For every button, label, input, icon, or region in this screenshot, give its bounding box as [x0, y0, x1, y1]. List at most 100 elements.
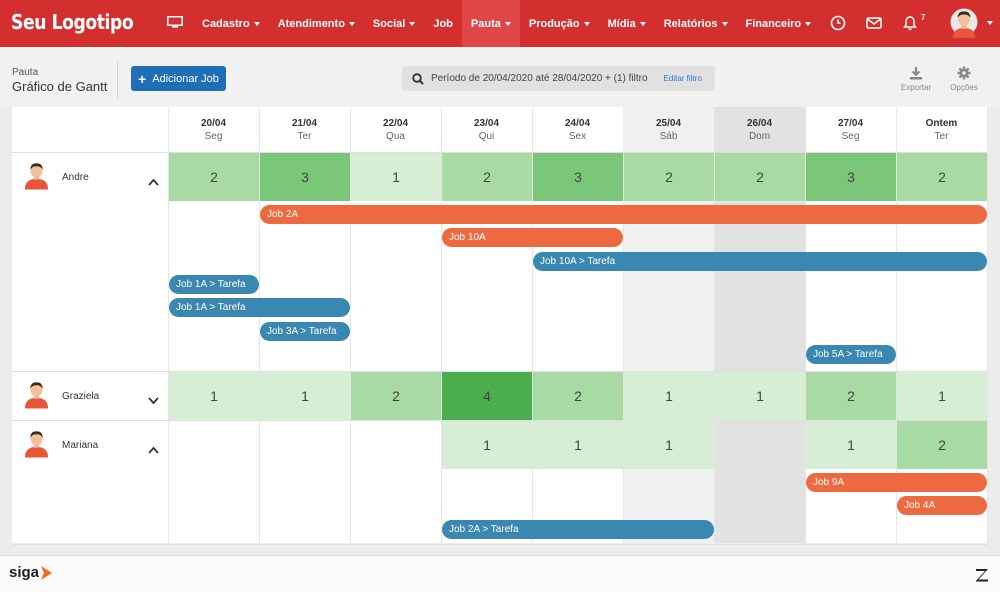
footer-brand[interactable]: siga	[9, 564, 53, 581]
nav-item-2[interactable]: Social	[364, 0, 424, 47]
day-header: 22/04 Qua	[350, 107, 441, 152]
breadcrumb[interactable]: Pauta	[12, 67, 38, 78]
siga-arrow-icon	[41, 565, 53, 580]
task-bar[interactable]: Job 5A > Tarefa	[806, 344, 896, 364]
day-weekday: Seg	[204, 131, 223, 142]
options-button[interactable]: Opções	[948, 66, 980, 92]
person-row-header: Andre	[12, 153, 168, 201]
add-job-button[interactable]: + Adicionar Job	[131, 66, 226, 91]
task-bar[interactable]: Job 10A	[442, 228, 623, 248]
day-header: 23/04 Qui	[441, 107, 532, 152]
task-bar[interactable]: Job 10A > Tarefa	[533, 251, 987, 271]
person-avatar	[23, 379, 50, 409]
nav-item-7[interactable]: Relatórios	[655, 0, 737, 47]
task-bar[interactable]: Job 1A > Tarefa	[169, 298, 350, 318]
nav-item-4[interactable]: Pauta	[461, 0, 520, 47]
person-divider	[12, 544, 988, 545]
top-navbar: Seu Logotipo Cadastro Atendimento Social Jo…	[0, 0, 1000, 47]
day-count-cell[interactable]: 1	[715, 372, 805, 420]
day-count-cell[interactable]: 1	[624, 372, 714, 420]
nav-item-8[interactable]: Financeiro	[737, 0, 821, 47]
day-count-cell[interactable]: 3	[533, 153, 623, 201]
task-bar[interactable]: Job 2A	[260, 205, 987, 224]
day-count-cell[interactable]: 2	[169, 153, 259, 201]
day-count-cell[interactable]: 1	[624, 421, 714, 469]
day-weekday: Sáb	[659, 131, 678, 142]
chevron-up-icon[interactable]	[148, 173, 159, 186]
task-bar[interactable]: Job 3A > Tarefa	[260, 321, 350, 341]
person-name: Graziela	[62, 391, 100, 402]
main-nav: Cadastro Atendimento Social Job Pauta Produçã…	[193, 0, 820, 47]
day-header: 27/04 Seg	[805, 107, 896, 152]
day-count-cell[interactable]: 1	[169, 372, 259, 420]
day-header: 24/04 Sex	[532, 107, 623, 152]
day-count-cell[interactable]: 2	[442, 153, 532, 201]
day-header: 20/04 Seg	[168, 107, 259, 152]
notification-count: 7	[921, 13, 926, 22]
day-count-cell[interactable]: 1	[442, 421, 532, 469]
z-logo-icon[interactable]	[974, 567, 990, 583]
nav-item-label: Social	[372, 17, 406, 30]
day-header: 21/04 Ter	[259, 107, 350, 152]
avatar-caret-icon[interactable]	[987, 21, 993, 25]
nav-item-1[interactable]: Atendimento	[269, 0, 364, 47]
day-date: 24/04	[564, 118, 591, 129]
day-count-cell[interactable]: 2	[897, 421, 987, 469]
footer-brand-text: siga	[9, 564, 40, 581]
chevron-up-icon[interactable]	[148, 441, 159, 454]
nav-item-label: Mídia	[607, 17, 636, 30]
person-name: Andre	[62, 172, 89, 183]
day-count-cell[interactable]: 2	[351, 372, 441, 420]
gear-icon	[957, 66, 971, 80]
task-bar[interactable]: Job 4A	[897, 496, 987, 516]
period-filter[interactable]: Período de 20/04/2020 até 28/04/2020 + (…	[402, 66, 715, 91]
nav-item-3[interactable]: Job	[424, 0, 462, 47]
mail-icon[interactable]	[866, 15, 882, 31]
day-count-cell[interactable]: 4	[442, 372, 532, 420]
clock-icon[interactable]	[830, 15, 846, 31]
day-count-cell[interactable]: 1	[897, 372, 987, 420]
day-count-cell[interactable]: 1	[533, 421, 623, 469]
bell-icon[interactable]	[902, 15, 918, 31]
filter-text: Período de 20/04/2020 até 28/04/2020 + (…	[431, 73, 648, 84]
day-count-cell[interactable]: 2	[533, 372, 623, 420]
nav-item-5[interactable]: Produção	[520, 0, 599, 47]
day-weekday: Sex	[568, 131, 587, 142]
day-count-cell[interactable]: 1	[260, 372, 350, 420]
day-count-cell[interactable]: 2	[897, 153, 987, 201]
day-count-cell[interactable]: 2	[806, 372, 896, 420]
nav-item-label: Financeiro	[745, 17, 802, 30]
monitor-icon[interactable]	[167, 16, 183, 28]
options-label: Opções	[950, 83, 978, 92]
day-count-cell[interactable]: 2	[715, 153, 805, 201]
person-row-header: Mariana	[12, 421, 168, 469]
caret-down-icon	[253, 21, 260, 26]
nav-item-0[interactable]: Cadastro	[193, 0, 269, 47]
caret-down-icon	[805, 21, 812, 26]
day-count-cell[interactable]: 1	[806, 421, 896, 469]
day-weekday: Dom	[748, 131, 771, 142]
day-count-cell[interactable]: 2	[624, 153, 714, 201]
day-header: 25/04 Sáb	[623, 107, 714, 152]
caret-down-icon	[409, 21, 416, 26]
day-date: 21/04	[291, 118, 318, 129]
caret-down-icon	[721, 21, 728, 26]
task-bar[interactable]: Job 2A > Tarefa	[442, 519, 714, 539]
edit-filter-link[interactable]: Editar filtro	[664, 74, 702, 83]
day-count-cell[interactable]: 3	[806, 153, 896, 201]
nav-item-6[interactable]: Mídia	[599, 0, 655, 47]
task-bar[interactable]: Job 9A	[806, 473, 987, 492]
task-bar[interactable]: Job 1A > Tarefa	[169, 274, 259, 294]
chevron-down-icon[interactable]	[148, 392, 159, 405]
grid-vline	[987, 107, 988, 543]
search-icon	[412, 72, 424, 85]
user-avatar[interactable]	[950, 8, 978, 38]
day-weekday: Qui	[478, 131, 495, 142]
export-button[interactable]: Exportar	[899, 66, 933, 92]
export-label: Exportar	[900, 83, 932, 92]
gantt-chart: 20/04 Seg 21/04 Ter 22/04 Qua 23/04 Qui 24/04 Sex…	[12, 107, 988, 545]
day-count-cell[interactable]: 1	[351, 153, 441, 201]
brand-logo[interactable]: Seu Logotipo	[11, 10, 134, 34]
person-avatar	[23, 428, 50, 458]
day-count-cell[interactable]: 3	[260, 153, 350, 201]
